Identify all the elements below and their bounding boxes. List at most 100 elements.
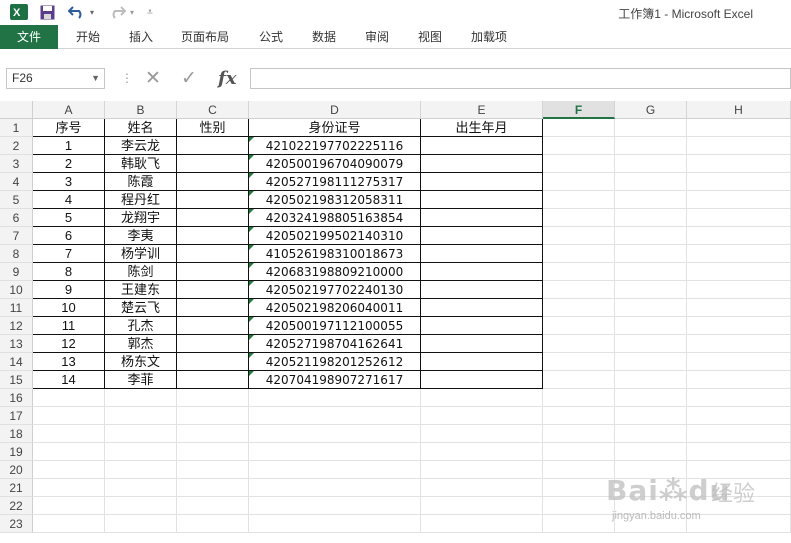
column-header-d[interactable]: D (249, 101, 421, 119)
customize-quick-access-icon[interactable]: ⩡ (144, 3, 156, 21)
cell-e17[interactable] (421, 407, 543, 425)
cell-c10[interactable] (177, 281, 249, 299)
enter-icon[interactable]: ✓ (181, 68, 197, 89)
cell-f5[interactable] (543, 191, 615, 209)
cell-b13[interactable]: 郭杰 (105, 335, 177, 353)
cell-g5[interactable] (615, 191, 687, 209)
cell-e10[interactable] (421, 281, 543, 299)
cell-c13[interactable] (177, 335, 249, 353)
cell-d22[interactable] (249, 497, 421, 515)
cell-g13[interactable] (615, 335, 687, 353)
cell-e2[interactable] (421, 137, 543, 155)
cell-e13[interactable] (421, 335, 543, 353)
cell-c21[interactable] (177, 479, 249, 497)
cell-a21[interactable] (33, 479, 105, 497)
row-header-15[interactable]: 15 (0, 371, 33, 389)
cell-a11[interactable]: 10 (33, 299, 105, 317)
insert-function-icon[interactable]: fx (218, 68, 236, 89)
cell-g4[interactable] (615, 173, 687, 191)
cell-b6[interactable]: 龙翔宇 (105, 209, 177, 227)
cell-c23[interactable] (177, 515, 249, 533)
cell-e6[interactable] (421, 209, 543, 227)
cell-c4[interactable] (177, 173, 249, 191)
cell-f17[interactable] (543, 407, 615, 425)
column-header-h[interactable]: H (687, 101, 791, 119)
cell-e4[interactable] (421, 173, 543, 191)
cell-f9[interactable] (543, 263, 615, 281)
cell-e16[interactable] (421, 389, 543, 407)
tab-data[interactable]: 数据 (312, 25, 336, 49)
cell-e20[interactable] (421, 461, 543, 479)
cell-d12[interactable]: 420500197112100055 (249, 317, 421, 335)
cell-a20[interactable] (33, 461, 105, 479)
cell-a1[interactable]: 序号 (33, 119, 105, 137)
column-header-c[interactable]: C (177, 101, 249, 119)
cell-f8[interactable] (543, 245, 615, 263)
row-header-20[interactable]: 20 (0, 461, 33, 479)
cell-f21[interactable] (543, 479, 615, 497)
cell-c18[interactable] (177, 425, 249, 443)
cell-d7[interactable]: 420502199502140310 (249, 227, 421, 245)
cell-f4[interactable] (543, 173, 615, 191)
cell-b7[interactable]: 李夷 (105, 227, 177, 245)
cell-g11[interactable] (615, 299, 687, 317)
cell-d1[interactable]: 身份证号 (249, 119, 421, 137)
column-header-f[interactable]: F (543, 101, 615, 119)
cell-b23[interactable] (105, 515, 177, 533)
cell-c12[interactable] (177, 317, 249, 335)
row-header-21[interactable]: 21 (0, 479, 33, 497)
row-header-18[interactable]: 18 (0, 425, 33, 443)
cell-f1[interactable] (543, 119, 615, 137)
row-header-9[interactable]: 9 (0, 263, 33, 281)
cell-b22[interactable] (105, 497, 177, 515)
cell-h2[interactable] (687, 137, 791, 155)
cell-c7[interactable] (177, 227, 249, 245)
row-header-6[interactable]: 6 (0, 209, 33, 227)
cell-d6[interactable]: 420324198805163854 (249, 209, 421, 227)
cell-e18[interactable] (421, 425, 543, 443)
cell-c8[interactable] (177, 245, 249, 263)
undo-icon[interactable] (66, 3, 88, 21)
row-header-13[interactable]: 13 (0, 335, 33, 353)
cell-d4[interactable]: 420527198111275317 (249, 173, 421, 191)
cell-g7[interactable] (615, 227, 687, 245)
cell-d9[interactable]: 420683198809210000 (249, 263, 421, 281)
cell-h6[interactable] (687, 209, 791, 227)
cell-e9[interactable] (421, 263, 543, 281)
cell-c5[interactable] (177, 191, 249, 209)
tab-addins[interactable]: 加载项 (471, 25, 507, 49)
cell-h7[interactable] (687, 227, 791, 245)
cell-a16[interactable] (33, 389, 105, 407)
row-header-7[interactable]: 7 (0, 227, 33, 245)
select-all-corner[interactable] (0, 101, 33, 119)
cell-h11[interactable] (687, 299, 791, 317)
row-header-17[interactable]: 17 (0, 407, 33, 425)
cell-e15[interactable] (421, 371, 543, 389)
cell-c11[interactable] (177, 299, 249, 317)
cell-h13[interactable] (687, 335, 791, 353)
cell-e1[interactable]: 出生年月 (421, 119, 543, 137)
cell-c9[interactable] (177, 263, 249, 281)
cell-d11[interactable]: 420502198206040011 (249, 299, 421, 317)
cell-d17[interactable] (249, 407, 421, 425)
row-header-16[interactable]: 16 (0, 389, 33, 407)
cell-h18[interactable] (687, 425, 791, 443)
cell-c16[interactable] (177, 389, 249, 407)
cell-b8[interactable]: 杨学训 (105, 245, 177, 263)
name-box[interactable]: F26 ▼ (6, 68, 105, 89)
cell-b10[interactable]: 王建东 (105, 281, 177, 299)
cell-g2[interactable] (615, 137, 687, 155)
cell-h5[interactable] (687, 191, 791, 209)
redo-dropdown-icon[interactable]: ▾ (128, 3, 136, 21)
tab-formulas[interactable]: 公式 (259, 25, 283, 49)
cell-f12[interactable] (543, 317, 615, 335)
cell-h15[interactable] (687, 371, 791, 389)
cell-f19[interactable] (543, 443, 615, 461)
cell-g12[interactable] (615, 317, 687, 335)
cell-b9[interactable]: 陈剑 (105, 263, 177, 281)
tab-view[interactable]: 视图 (418, 25, 442, 49)
cell-h17[interactable] (687, 407, 791, 425)
cell-f20[interactable] (543, 461, 615, 479)
cell-d20[interactable] (249, 461, 421, 479)
cell-h3[interactable] (687, 155, 791, 173)
